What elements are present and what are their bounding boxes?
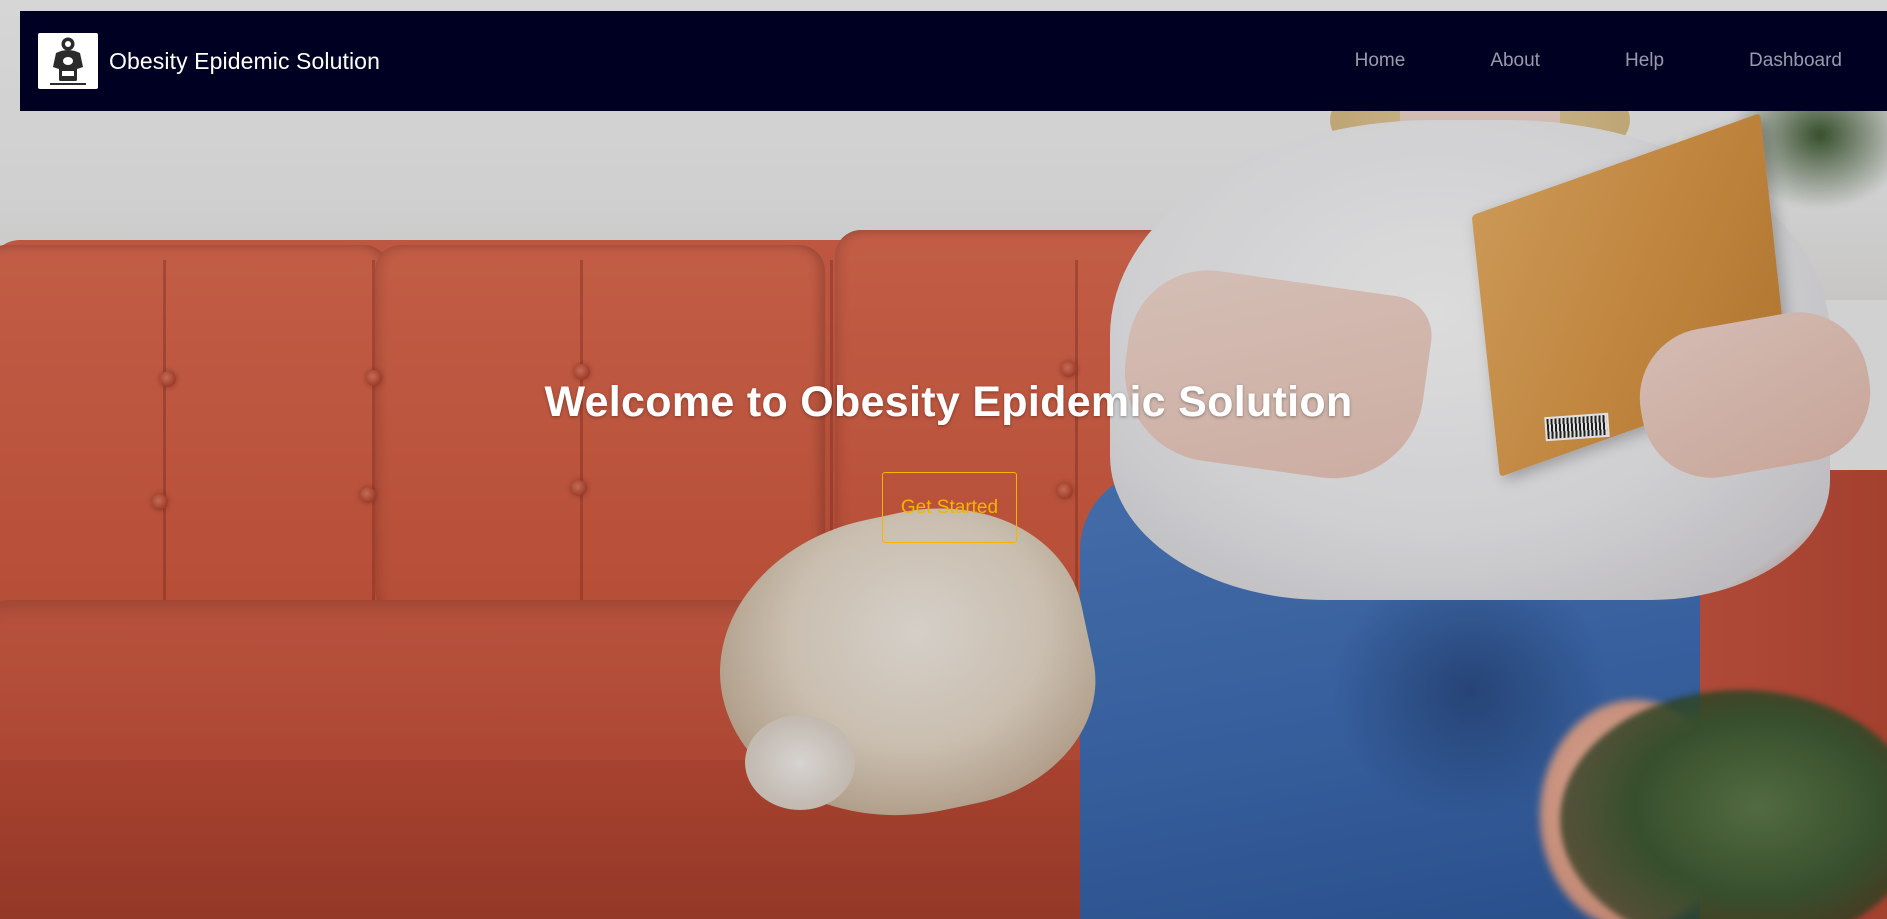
hero-background-image [0,0,1887,919]
brand-name[interactable]: Obesity Epidemic Solution [109,48,380,75]
nav-links: Home About Help Dashboard [1355,50,1842,72]
landing-page: Obesity Epidemic Solution Home About Hel… [0,0,1887,919]
nav-link-help[interactable]: Help [1625,50,1664,72]
nav-link-home[interactable]: Home [1355,50,1406,72]
navbar: Obesity Epidemic Solution Home About Hel… [20,11,1887,111]
logo-figure-icon [50,37,86,85]
nav-link-dashboard[interactable]: Dashboard [1749,50,1842,72]
hero-overlay [0,0,1887,919]
brand[interactable]: Obesity Epidemic Solution [38,33,380,89]
scale-figure-logo-icon[interactable] [38,33,98,89]
get-started-button[interactable]: Get Started [882,472,1017,543]
nav-link-about[interactable]: About [1490,50,1540,72]
hero-title: Welcome to Obesity Epidemic Solution [544,378,1353,426]
